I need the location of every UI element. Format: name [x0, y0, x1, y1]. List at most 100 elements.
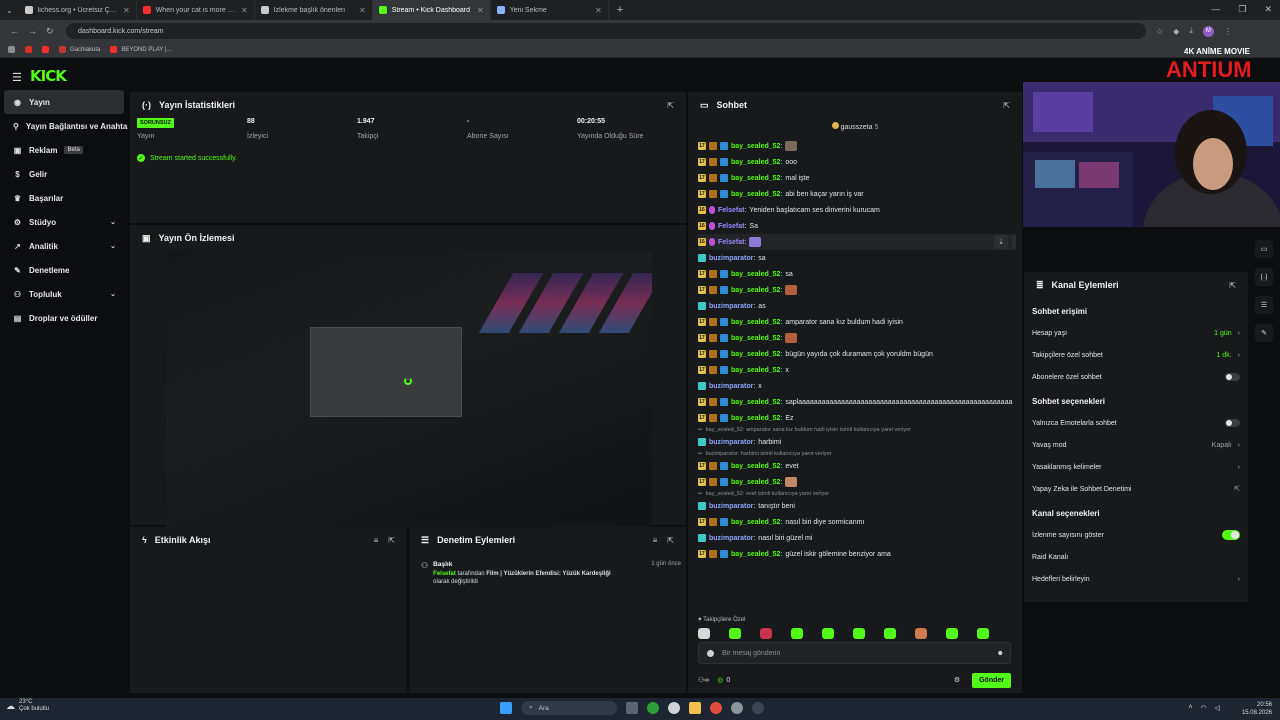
extension-icon[interactable]: ◆ — [1173, 27, 1179, 36]
chat-username[interactable]: buzimparator — [709, 535, 753, 542]
account-age-row[interactable]: Hesap yaşı 1 gün › — [1024, 322, 1248, 344]
settings-icon[interactable] — [731, 702, 743, 714]
chat-message[interactable]: buzimparator: sa — [698, 250, 1016, 266]
chat-username[interactable]: bay_sealed_52 — [731, 551, 780, 558]
browser-tab[interactable]: When your cat is more polite th ✕ — [137, 0, 255, 20]
chat-message[interactable]: buzimparator: harbimi — [698, 434, 1016, 450]
pin-icon[interactable]: ⇣ — [994, 235, 1008, 249]
entry-user[interactable]: Felsefat — [433, 571, 456, 577]
chat-message[interactable]: 17 bay_sealed_52: ooo — [698, 154, 1016, 170]
sidebar-item-studio[interactable]: ⚙ Stüdyo ⌄ — [0, 210, 128, 234]
banned-words-row[interactable]: Yasaklanmış kelimeler › — [1024, 456, 1248, 478]
close-tab-icon[interactable]: ✕ — [123, 6, 130, 15]
targets-row[interactable]: Hedefleri belirleyin › — [1024, 568, 1248, 590]
filter-icon[interactable]: ≡ — [374, 536, 379, 545]
chat-username[interactable]: bay_sealed_52 — [731, 335, 780, 342]
chat-username[interactable]: Felsefat — [718, 207, 744, 214]
task-view-icon[interactable] — [626, 702, 638, 714]
chat-username[interactable]: Felsefat — [718, 223, 744, 230]
chat-message[interactable]: 17 bay_sealed_52: — [698, 474, 1016, 490]
back-icon[interactable]: ← — [10, 26, 19, 36]
close-tab-icon[interactable]: ✕ — [241, 6, 248, 15]
menu-dots-icon[interactable]: ⋮ — [1224, 27, 1232, 36]
chat-message[interactable]: buzimparator: x — [698, 378, 1016, 394]
xbox-icon[interactable] — [647, 702, 659, 714]
chat-username[interactable]: bay_sealed_52 — [731, 143, 780, 150]
stream-preview-video[interactable] — [166, 251, 652, 527]
ai-moderation-row[interactable]: Yapay Zeka ile Sohbet Denetimi ⇱ — [1024, 478, 1248, 500]
popout-icon[interactable]: ⇱ — [1229, 281, 1236, 290]
chat-message[interactable]: 17 bay_sealed_52: evet — [698, 458, 1016, 474]
forward-icon[interactable]: → — [28, 26, 37, 36]
sidebar-item-community[interactable]: ⚇ Topluluk ⌄ — [0, 282, 128, 306]
tab-search-icon[interactable]: ⌄ — [6, 6, 13, 15]
sidebar-item-moderation[interactable]: ✎ Denetleme — [0, 258, 128, 282]
chat-message[interactable]: 17 bay_sealed_52: nasıl biri diye sormican… — [698, 514, 1016, 530]
emoji-icon[interactable]: ☻ — [997, 650, 1004, 657]
show-viewers-toggle[interactable] — [1222, 530, 1240, 540]
sidebar-item-analytics[interactable]: ↗ Analitik ⌄ — [0, 234, 128, 258]
browser-tab[interactable]: Yeni Sekme ✕ — [491, 0, 609, 20]
browser-tab-active[interactable]: Stream • Kick Dashboard ✕ — [372, 0, 491, 20]
close-tab-icon[interactable]: ✕ — [359, 6, 366, 15]
emote-button[interactable] — [760, 628, 772, 639]
chat-bubble-icon[interactable]: ▭ — [1255, 240, 1273, 258]
sidebar-item-achievements[interactable]: ♛ Başarılar — [0, 186, 128, 210]
chat-message[interactable]: 16 Felsefat: Yeniden başlatıcam ses dirive… — [698, 202, 1016, 218]
chat-username[interactable]: bay_sealed_52 — [731, 287, 780, 294]
chat-message[interactable]: 17 bay_sealed_52: — [698, 138, 1016, 154]
raid-row[interactable]: Raid Kanalı — [1024, 546, 1248, 568]
close-tab-icon[interactable]: ✕ — [477, 6, 484, 15]
chat-username[interactable]: bay_sealed_52 — [731, 351, 780, 358]
chat-message[interactable]: 17 bay_sealed_52: — [698, 282, 1016, 298]
popout-icon[interactable]: ⇱ — [388, 536, 395, 545]
youtube-bookmark[interactable] — [42, 46, 49, 53]
browser-tab[interactable]: İzlekme başlık önerileri ✕ — [255, 0, 373, 20]
profile-avatar[interactable]: M — [1202, 25, 1214, 37]
wrench-icon[interactable]: ✎ — [1255, 324, 1273, 342]
slow-mode-row[interactable]: Yavaş mod Kapalı › — [1024, 434, 1248, 456]
settings-gear-icon[interactable]: ⚙ — [954, 676, 960, 684]
reload-icon[interactable]: ↻ — [46, 26, 54, 37]
chat-message[interactable]: buzimparator: nasıl biri güzel mi — [698, 530, 1016, 546]
chat-message[interactable]: 17 bay_sealed_52: mal işte — [698, 170, 1016, 186]
file-explorer-icon[interactable] — [689, 702, 701, 714]
bookmark-item[interactable]: BEYOND PLAY |... — [110, 46, 171, 53]
sidebar-item-stream-key[interactable]: ⚲ Yayın Bağlantısı ve Anahtarı — [0, 114, 128, 138]
emote-only-toggle[interactable] — [1225, 419, 1240, 427]
chat-message[interactable]: 16Felsefat:⇣▥ — [698, 234, 1016, 250]
chat-username[interactable]: bay_sealed_52 — [731, 367, 780, 374]
emote-button[interactable] — [884, 628, 896, 639]
list-icon[interactable]: ☰ — [1255, 296, 1273, 314]
chat-username[interactable]: bay_sealed_52 — [731, 175, 780, 182]
emote-button[interactable] — [853, 628, 865, 639]
sidebar-item-drops[interactable]: ▤ Droplar ve ödüller — [0, 306, 128, 330]
volume-icon[interactable]: ◁ — [1215, 704, 1220, 712]
subs-chat-toggle[interactable] — [1225, 373, 1240, 381]
bookmark-star-icon[interactable]: ☆ — [1156, 27, 1163, 36]
emote-button[interactable] — [946, 628, 958, 639]
chat-message[interactable]: 17 bay_sealed_52: sa — [698, 266, 1016, 282]
emote-button[interactable] — [729, 628, 741, 639]
new-tab-button[interactable]: + — [617, 4, 623, 16]
filter-icon[interactable]: ≡ — [653, 536, 658, 545]
chat-message[interactable]: 17 bay_sealed_52: — [698, 330, 1016, 346]
emote-button[interactable] — [791, 628, 803, 639]
sidebar-item-ads[interactable]: ▣ Reklam Beta — [0, 138, 128, 162]
maximize-icon[interactable]: ❐ — [1238, 4, 1246, 15]
users-link-icon[interactable]: ⚇∞ — [698, 676, 709, 684]
taskbar-clock[interactable]: 20:56 15.08.2026 — [1242, 701, 1272, 717]
emote-button[interactable] — [822, 628, 834, 639]
app-icon[interactable] — [668, 702, 680, 714]
bookmark-item[interactable]: Gachiakuta — [59, 46, 100, 53]
chat-username[interactable]: buzimparator — [709, 383, 753, 390]
chat-message[interactable]: 17 bay_sealed_52: abi ben kaçar yarın iş v… — [698, 186, 1016, 202]
chat-message[interactable]: 16 Felsefat: Sa — [698, 218, 1016, 234]
sidebar-item-stream[interactable]: ◉ Yayın — [4, 90, 124, 114]
chat-message[interactable]: 17 bay_sealed_52: saplaaaaaaaaaaaaaaaaaaaa… — [698, 394, 1016, 410]
chat-message[interactable]: 17 bay_sealed_52: x — [698, 362, 1016, 378]
emote-button[interactable] — [915, 628, 927, 639]
chat-username[interactable]: bay_sealed_52 — [731, 319, 780, 326]
chat-username[interactable]: bay_sealed_52 — [731, 399, 780, 406]
chat-message[interactable]: 17 bay_sealed_52: bügün yayıda çok duramam… — [698, 346, 1016, 362]
